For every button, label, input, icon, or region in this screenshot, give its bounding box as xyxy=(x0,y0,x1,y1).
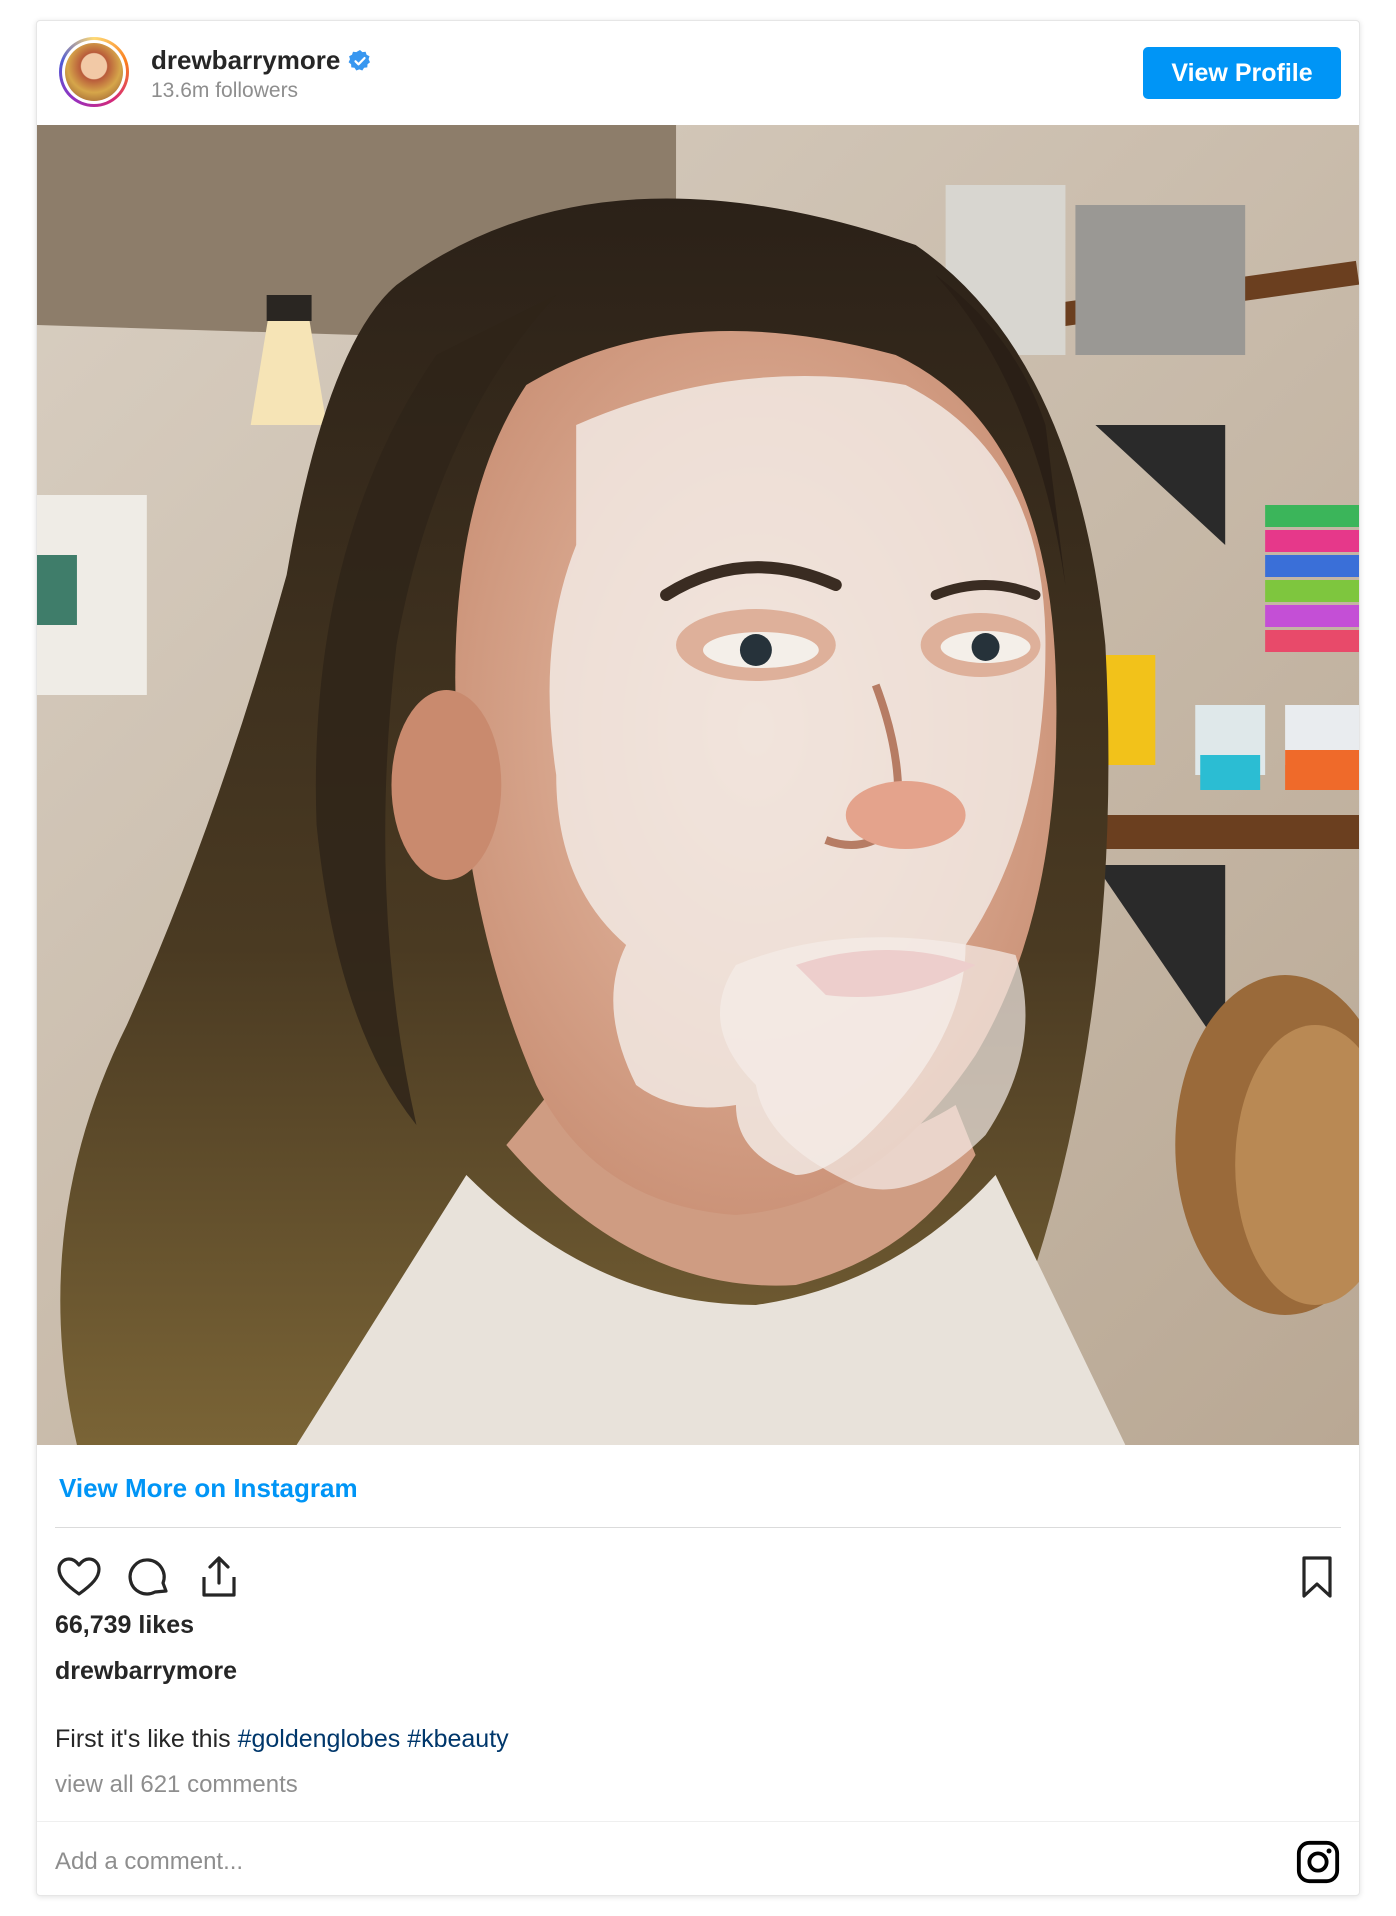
divider xyxy=(37,1821,1359,1822)
hashtag-link[interactable]: #kbeauty xyxy=(407,1725,508,1753)
bookmark-icon[interactable] xyxy=(1293,1553,1341,1601)
post-header: drewbarrymore 13.6m followers View Profi… xyxy=(37,21,1359,125)
caption-text: First it's like this xyxy=(55,1725,238,1753)
heart-icon[interactable] xyxy=(55,1553,103,1601)
verified-badge-icon xyxy=(348,49,371,70)
post-image xyxy=(37,125,1359,1445)
view-more-on-instagram-link[interactable]: View More on Instagram xyxy=(59,1473,358,1504)
post-photo[interactable] xyxy=(37,125,1359,1445)
hashtag-link[interactable]: #goldenglobes xyxy=(238,1725,401,1753)
caption-author[interactable]: drewbarrymore xyxy=(55,1657,237,1686)
instagram-embed-card: drewbarrymore 13.6m followers View Profi… xyxy=(36,20,1360,1896)
action-bar xyxy=(55,1553,243,1601)
comment-input[interactable] xyxy=(55,1837,1235,1887)
avatar[interactable] xyxy=(59,37,129,107)
caption: First it's like this #goldenglobes #kbea… xyxy=(55,1725,509,1754)
username-row: drewbarrymore xyxy=(151,45,372,76)
follower-count: 13.6m followers xyxy=(151,79,299,102)
like-count[interactable]: 66,739 likes xyxy=(55,1611,194,1640)
username-link[interactable]: drewbarrymore xyxy=(151,45,340,76)
view-all-comments-link[interactable]: view all 621 comments xyxy=(55,1771,298,1799)
comment-icon[interactable] xyxy=(125,1553,173,1601)
share-icon[interactable] xyxy=(195,1553,243,1601)
instagram-logo-icon[interactable] xyxy=(1295,1839,1341,1885)
view-profile-button[interactable]: View Profile xyxy=(1143,47,1341,99)
divider xyxy=(55,1527,1341,1528)
